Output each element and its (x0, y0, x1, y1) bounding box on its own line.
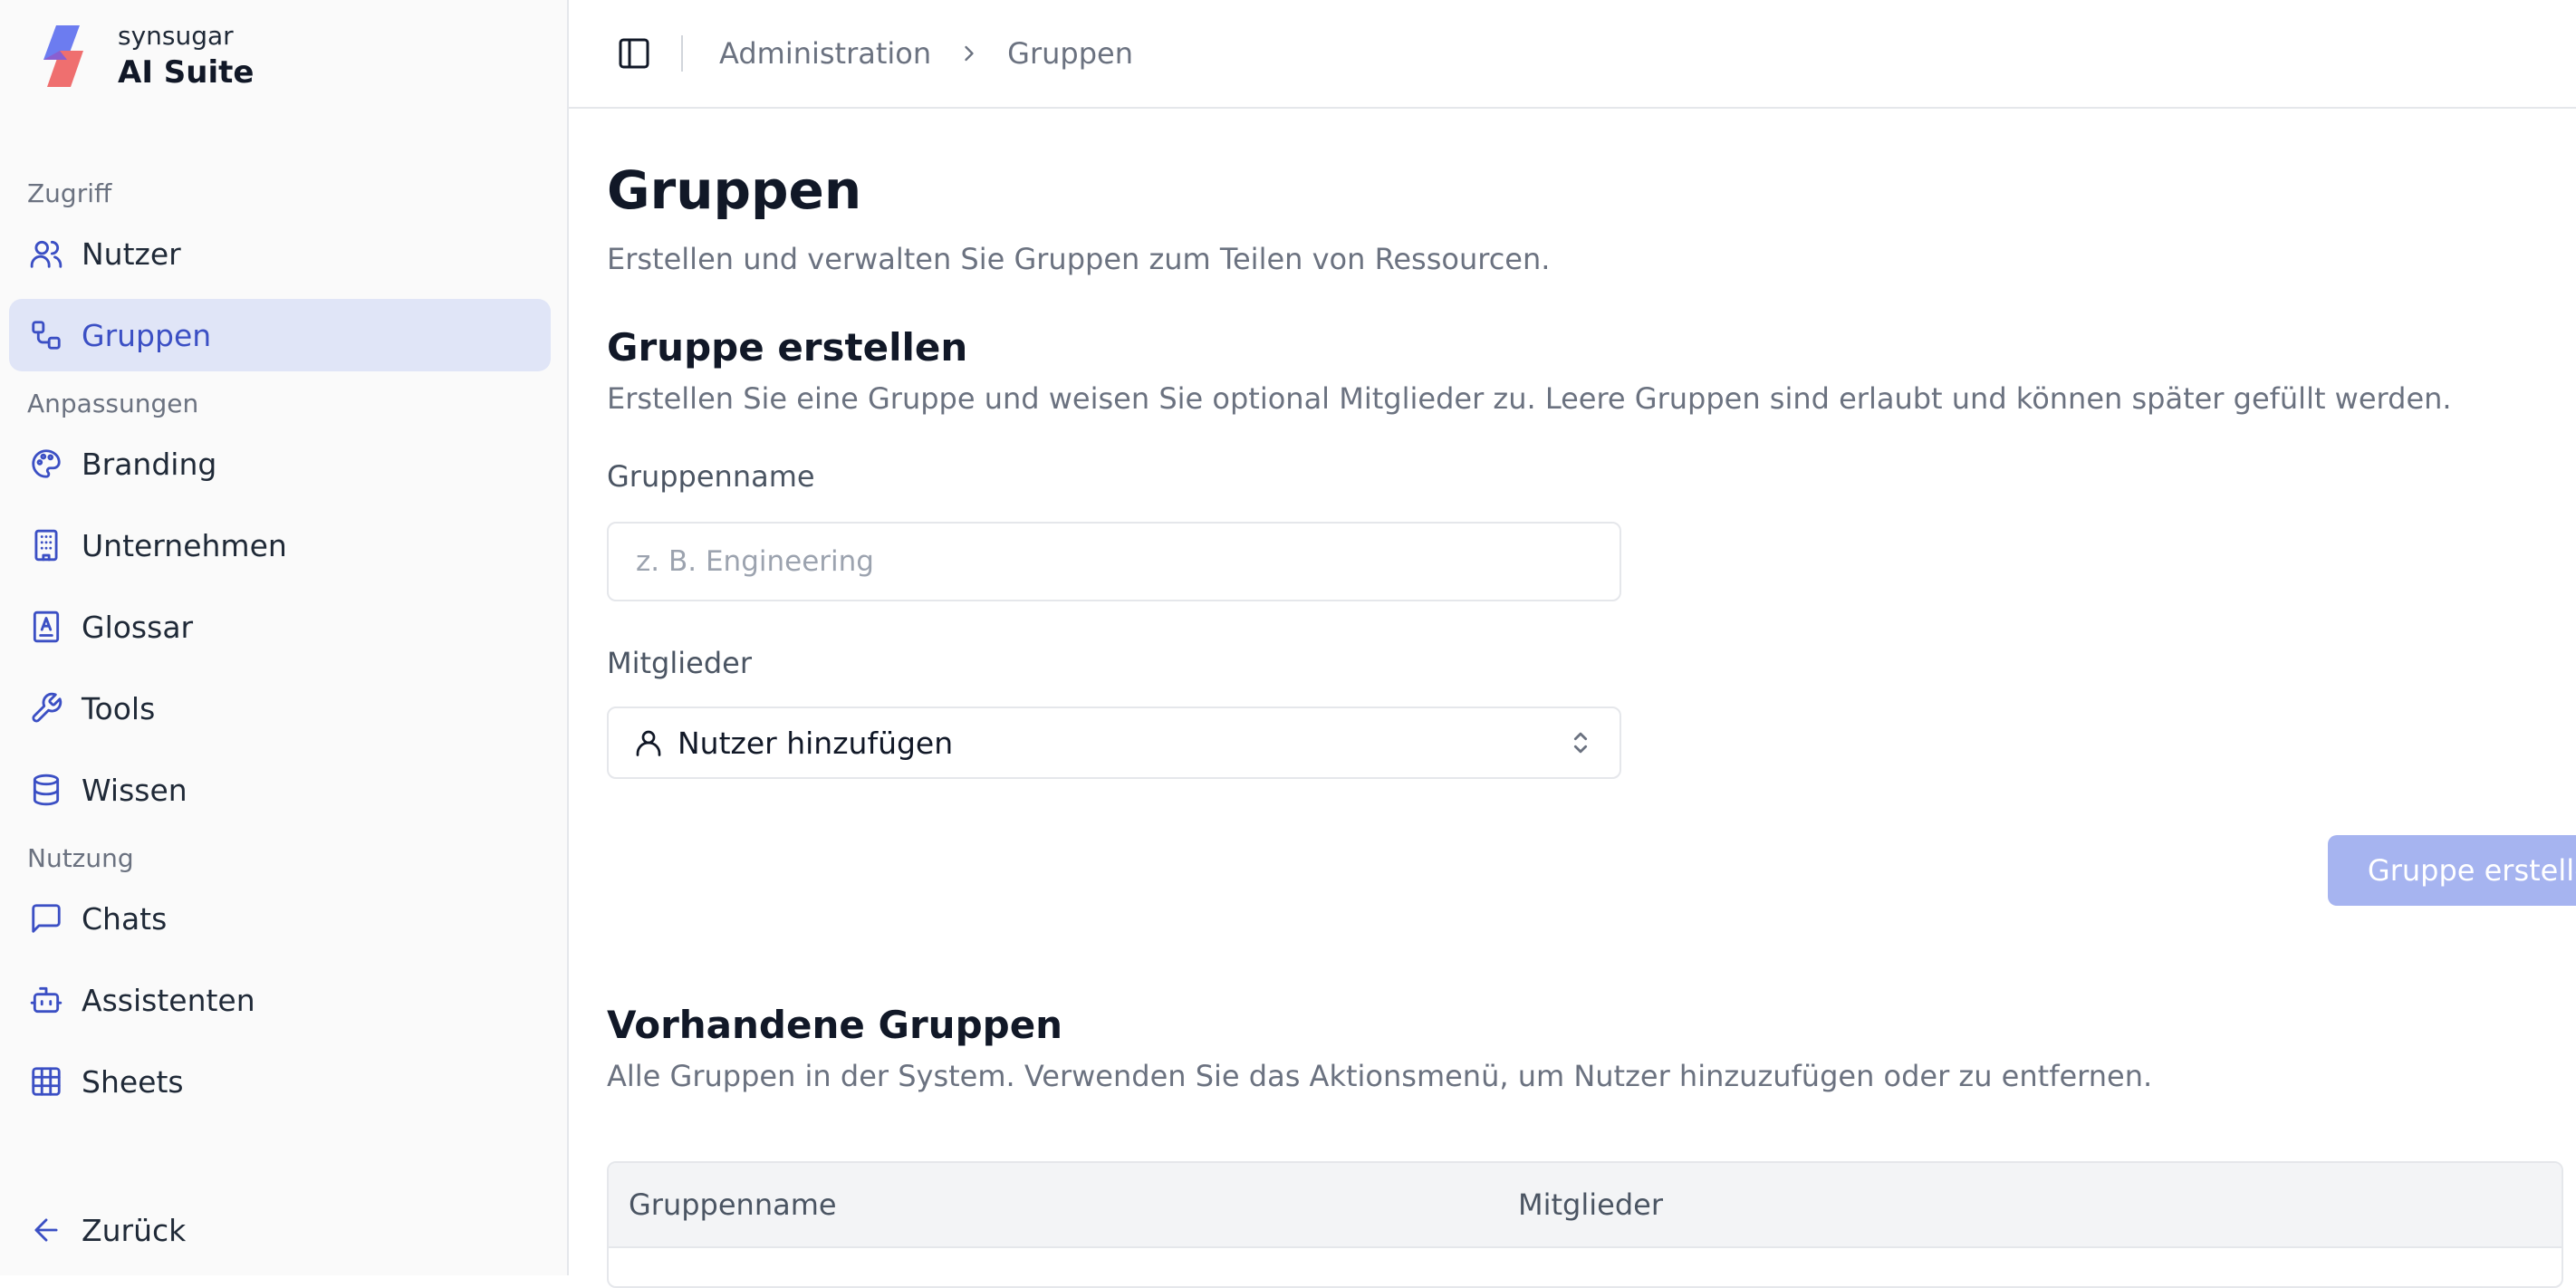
chevron-up-down-icon (1573, 732, 1588, 754)
nav-section-anpassungen: Anpassungen (27, 389, 199, 418)
breadcrumb-current: Gruppen (1007, 36, 1133, 71)
members-select-label: Nutzer hinzufügen (678, 725, 954, 761)
glossary-icon (33, 610, 60, 643)
sidebar-item-label: Gruppen (82, 317, 212, 353)
sidebar-item-glossar[interactable]: Glossar (9, 591, 551, 663)
sidebar-item-gruppen[interactable]: Gruppen (9, 299, 551, 371)
sidebar-item-back[interactable]: Zurück (9, 1194, 571, 1266)
chat-icon (32, 904, 61, 933)
building-icon (34, 529, 58, 562)
breadcrumb-parent[interactable]: Administration (719, 36, 931, 71)
brand[interactable]: synsugar AI Suite (36, 20, 254, 92)
group-name-label: Gruppenname (607, 459, 815, 494)
users-icon (30, 240, 62, 268)
sidebar-item-tools[interactable]: Tools (9, 672, 551, 745)
brand-product: AI Suite (118, 54, 255, 91)
create-group-button[interactable]: Gruppe erstellen (2328, 835, 2576, 906)
create-group-title: Gruppe erstellen (607, 325, 968, 370)
sidebar-nav: Zugriff Nutzer Gruppen Anpassungen Brand… (9, 163, 551, 1127)
nav-section-zugriff: Zugriff (27, 178, 112, 208)
sidebar-item-label: Wissen (82, 772, 187, 808)
members-select[interactable]: Nutzer hinzufügen (607, 706, 1621, 779)
page-content: Gruppen Erstellen und verwalten Sie Grup… (607, 109, 2576, 1288)
sidebar-item-label: Assistenten (82, 982, 255, 1018)
create-group-section: Gruppe erstellen Erstellen Sie eine Grup… (607, 322, 2563, 779)
bot-icon (30, 986, 62, 1014)
chevron-right-icon (965, 45, 974, 62)
column-header-groupname[interactable]: Gruppenname (609, 1187, 1518, 1222)
page-title: Gruppen (607, 159, 862, 221)
app-root: synsugar AI Suite Zugriff Nutzer Gruppen… (0, 0, 2576, 1288)
brand-company: synsugar (118, 21, 234, 51)
sidebar: synsugar AI Suite Zugriff Nutzer Gruppen… (0, 0, 569, 1275)
table-header: Gruppenname Mitglieder (609, 1163, 2562, 1248)
database-icon (33, 774, 60, 806)
sidebar-toggle-icon (619, 38, 649, 69)
group-name-input[interactable] (607, 522, 1621, 601)
arrow-left-icon (34, 1218, 58, 1242)
topbar: Administration Gruppen (569, 0, 2576, 109)
existing-groups-description: Alle Gruppen in der System. Verwenden Si… (607, 1059, 2153, 1093)
logo-icon (43, 25, 83, 87)
sidebar-item-label: Nutzer (82, 235, 181, 272)
sidebar-item-branding[interactable]: Branding (9, 428, 551, 500)
sidebar-item-label: Tools (82, 690, 156, 726)
wrench-icon (32, 692, 62, 723)
sidebar-item-chats[interactable]: Chats (9, 882, 551, 955)
existing-groups-title: Vorhandene Gruppen (607, 1003, 1063, 1047)
sidebar-item-label: Unternehmen (82, 527, 287, 563)
members-label: Mitglieder (607, 646, 752, 680)
main-area: Administration Gruppen Gruppen Erstellen… (569, 0, 2576, 1288)
sidebar-item-sheets[interactable]: Sheets (9, 1045, 551, 1118)
user-icon (636, 730, 661, 756)
sidebar-toggle-button[interactable] (609, 28, 659, 79)
sidebar-item-label: Glossar (82, 609, 194, 645)
sidebar-item-unternehmen[interactable]: Unternehmen (9, 509, 551, 582)
groups-table: Gruppenname Mitglieder (607, 1161, 2563, 1288)
sidebar-item-assistenten[interactable]: Assistenten (9, 964, 551, 1036)
sidebar-back-label: Zurück (82, 1212, 187, 1248)
sidebar-item-wissen[interactable]: Wissen (9, 754, 551, 826)
sidebar-item-label: Sheets (82, 1063, 184, 1100)
topbar-divider (681, 35, 683, 72)
create-group-description: Erstellen Sie eine Gruppe und weisen Sie… (607, 381, 2452, 416)
page-subtitle: Erstellen und verwalten Sie Gruppen zum … (607, 242, 1551, 276)
palette-icon (32, 449, 61, 478)
existing-groups-section: Vorhandene Gruppen Alle Gruppen in der S… (607, 1000, 2563, 1096)
table-icon (32, 1067, 61, 1096)
groups-icon (32, 321, 61, 350)
sidebar-item-nutzer[interactable]: Nutzer (9, 217, 551, 290)
nav-section-nutzung: Nutzung (27, 843, 134, 873)
sidebar-item-label: Branding (82, 446, 217, 482)
sidebar-item-label: Chats (82, 900, 168, 937)
breadcrumb: Administration Gruppen (719, 36, 1133, 71)
column-header-members[interactable]: Mitglieder (1518, 1187, 2562, 1222)
